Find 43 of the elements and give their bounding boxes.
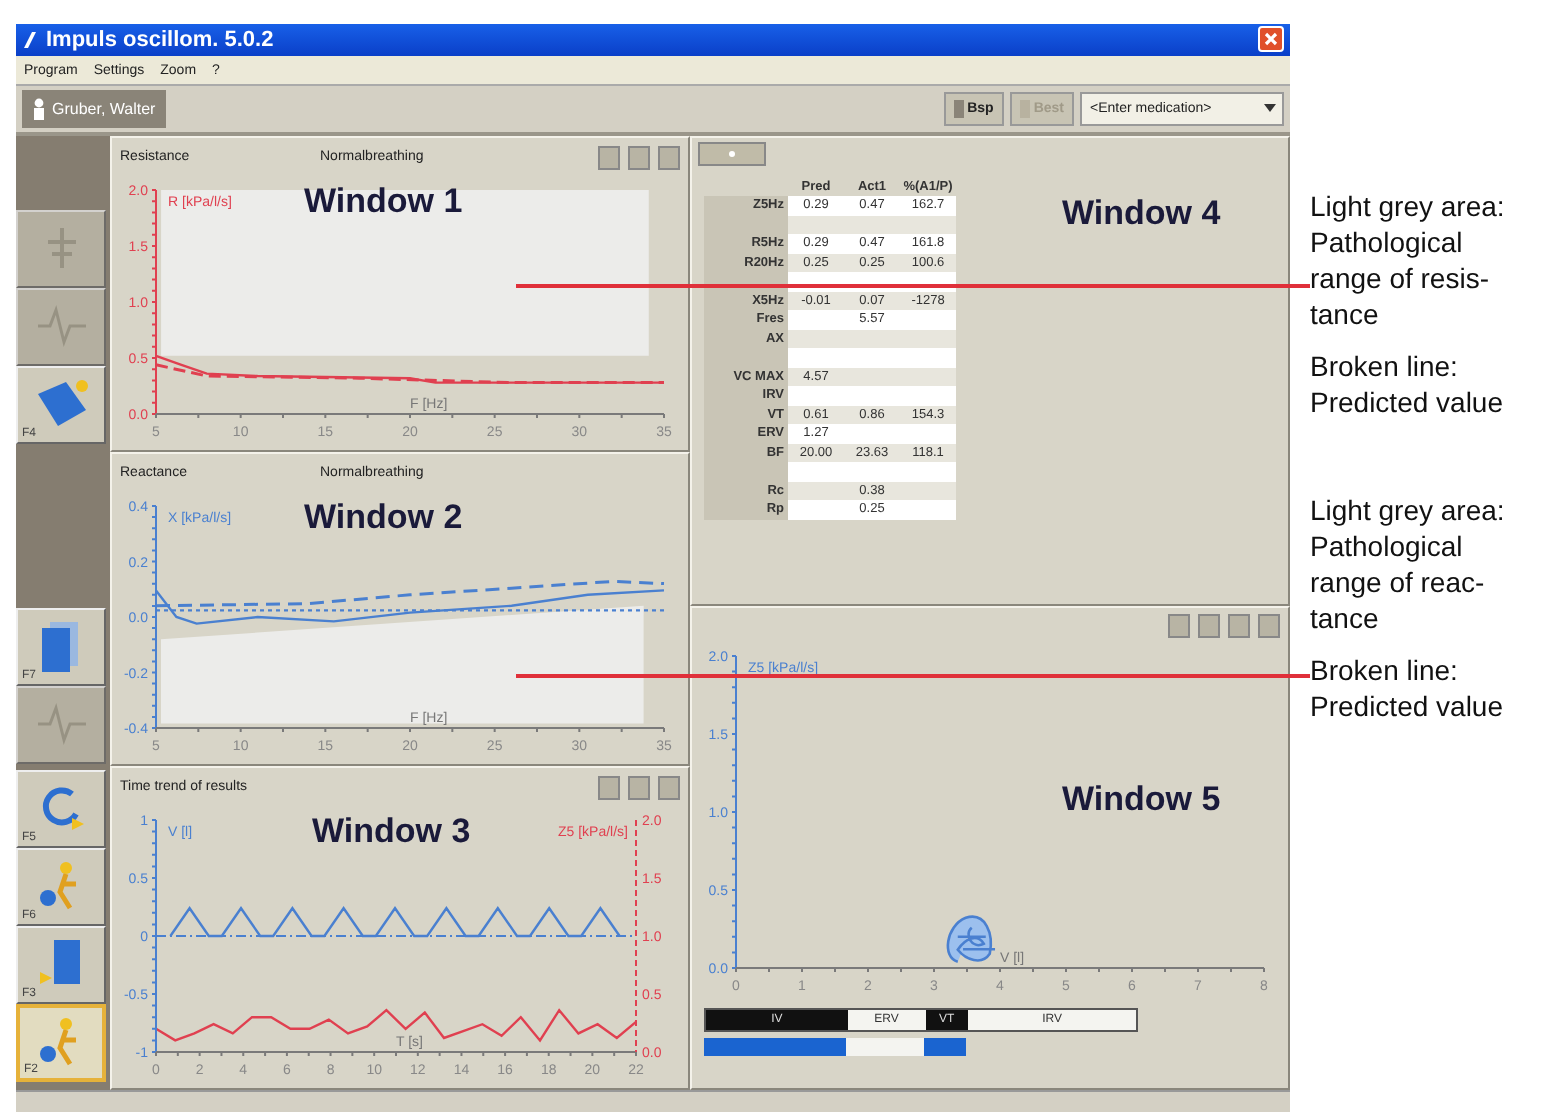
window-label: Window 3 (312, 811, 471, 852)
annotation-text: Broken line: Predicted value (1310, 348, 1506, 420)
table-cell (788, 500, 844, 520)
wave-icon (35, 304, 87, 349)
dot-icon (728, 149, 736, 158)
annotation-text: Broken line: Predicted value (1310, 652, 1506, 724)
window-label: Window 1 (304, 181, 463, 222)
tool-button[interactable] (1168, 613, 1190, 638)
tool-button[interactable] (1258, 613, 1280, 638)
person-icon (32, 97, 46, 120)
tool-button[interactable] (1228, 613, 1250, 638)
table-cell (788, 310, 844, 330)
table-cell (900, 500, 956, 520)
close-icon (1260, 28, 1282, 51)
window-title: Impuls oscillom. 5.0.2 (46, 27, 276, 52)
table-cell (900, 310, 956, 330)
tool-button[interactable] (658, 145, 680, 170)
tool-button[interactable] (598, 775, 620, 800)
table-cell (788, 386, 844, 406)
window-label: Window 5 (1062, 779, 1221, 820)
table-cell (788, 462, 844, 482)
patient-button[interactable]: Gruber, Walter (22, 89, 166, 128)
tool-button[interactable] (658, 775, 680, 800)
tool-button[interactable] (628, 775, 650, 800)
table-cell (900, 386, 956, 406)
app-icon (22, 29, 38, 50)
loop-scribble-drawing (946, 914, 997, 963)
back-button[interactable] (698, 141, 766, 166)
table-cell (788, 348, 844, 368)
table-cell (900, 424, 956, 444)
wave-icon (35, 702, 87, 747)
window-label: Window 4 (1062, 193, 1221, 234)
table-cell (900, 348, 956, 368)
tool-button[interactable] (628, 145, 650, 170)
tool-button[interactable] (1198, 613, 1220, 638)
close-button[interactable] (1258, 26, 1284, 53)
folder-icon (33, 378, 89, 431)
annotation-text: Light grey area: Pathological range of resis- tance (1310, 188, 1507, 332)
tool-button[interactable] (598, 145, 620, 170)
table-cell (900, 462, 956, 482)
annotation-text: Light grey area: Pathological range of reac- tance (1310, 492, 1507, 636)
bar-icon (953, 99, 964, 118)
window-label: Window 2 (304, 497, 463, 538)
